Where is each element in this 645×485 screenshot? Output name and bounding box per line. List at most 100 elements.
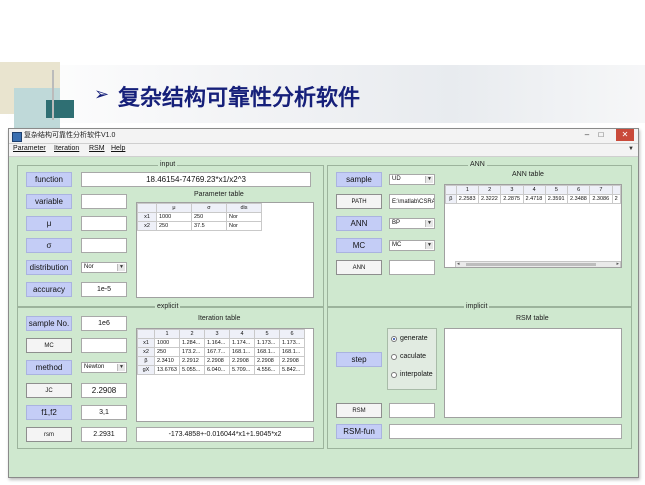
sigma-input[interactable]	[81, 238, 127, 253]
rsm-result-field[interactable]: 2.2931	[81, 427, 127, 442]
row-header: x1	[137, 212, 157, 222]
menu-help[interactable]: Help	[111, 145, 125, 152]
jc-result-field[interactable]: 2.2908	[81, 383, 127, 398]
distribution-select[interactable]: Nor ▼	[81, 262, 127, 273]
minimize-button[interactable]: –	[581, 130, 593, 139]
rsm-function-field[interactable]: -173.4858+-0.016044*x1+1.9045*x2	[136, 427, 314, 442]
table-cell[interactable]: 2.2908	[229, 356, 255, 366]
table-cell[interactable]: 1000	[156, 212, 192, 222]
jc-button[interactable]: JC	[26, 383, 72, 398]
table-cell[interactable]: 1.173...	[279, 338, 305, 348]
table-cell[interactable]: 5.055...	[179, 365, 205, 375]
menu-rsm[interactable]: RSM	[89, 145, 105, 152]
table-cell[interactable]: Nor	[226, 221, 262, 231]
table-cell[interactable]: 168.1...	[279, 347, 305, 357]
table-cell[interactable]: 167.7...	[204, 347, 230, 357]
table-cell[interactable]: 250	[191, 212, 227, 222]
ann-table[interactable]: 1 2 3 4 5 6 7 β 2.2583 2.3222 2.2875 2.4…	[444, 184, 622, 268]
table-cell[interactable]: 250	[156, 221, 192, 231]
ann-select[interactable]: BP ▼	[389, 218, 435, 229]
distribution-value: Nor	[84, 264, 94, 270]
table-cell[interactable]: 173.2...	[179, 347, 205, 357]
table-cell[interactable]: 2.2908	[204, 356, 230, 366]
variable-label: variable	[26, 194, 72, 209]
table-cell[interactable]: 6.040...	[204, 365, 230, 375]
table-cell[interactable]: 37.5	[191, 221, 227, 231]
table-cell[interactable]: 1.164...	[204, 338, 230, 348]
menu-iteration[interactable]: Iteration	[54, 145, 79, 152]
table-cell[interactable]: 2.3222	[477, 194, 502, 204]
table-cell[interactable]: 2.2912	[179, 356, 205, 366]
ann-run-button[interactable]: ANN	[336, 260, 382, 275]
menu-bar: Parameter Iteration RSM Help ▼	[9, 144, 638, 157]
ann-table-grid: 1 2 3 4 5 6 7 β 2.2583 2.3222 2.2875 2.4…	[445, 185, 621, 204]
ann-table-scrollbar[interactable]: ◂ ▸	[455, 261, 621, 267]
radio-generate[interactable]: generate	[391, 335, 428, 342]
table-cell[interactable]: 168.1...	[229, 347, 255, 357]
rsm-run-button[interactable]: rsm	[26, 427, 72, 442]
table-cell[interactable]: 13.6763	[154, 365, 180, 375]
mu-input[interactable]	[81, 216, 127, 231]
radio-label: interpolate	[400, 371, 433, 378]
path-input[interactable]: E:\matlab\CSRA_	[389, 194, 435, 209]
close-button[interactable]: ✕	[616, 129, 634, 141]
radio-indicator[interactable]	[391, 371, 397, 378]
sample-no-input[interactable]: 1e6	[81, 316, 127, 331]
radio-interpolate[interactable]: interpolate	[391, 371, 433, 378]
table-cell[interactable]: 2.3410	[154, 356, 180, 366]
sample-select[interactable]: UD ▼	[389, 174, 435, 185]
f1f2-input[interactable]: 3,1	[81, 405, 127, 420]
table-row: x2 250 37.5 Nor	[137, 221, 262, 231]
table-cell[interactable]: 5.709...	[229, 365, 255, 375]
table-cell[interactable]: 4.556...	[254, 365, 280, 375]
iteration-table[interactable]: 1 2 3 4 5 6 x1 1000 1.284... 1.164... 1.…	[136, 328, 314, 422]
iteration-table-caption: Iteration table	[198, 315, 241, 322]
mc-select[interactable]: MC ▼	[389, 240, 435, 251]
radio-indicator[interactable]	[391, 353, 397, 360]
parameter-table[interactable]: μ σ dis x1 1000 250 Nor x2 250 37.5 Nor	[136, 202, 314, 298]
mc-result-field[interactable]	[81, 338, 127, 353]
variable-input[interactable]	[81, 194, 127, 209]
ann-value: BP	[392, 220, 401, 226]
function-input[interactable]: 18.46154-74769.23*x1/x2^3	[81, 172, 311, 187]
radio-caculate[interactable]: caculate	[391, 353, 426, 360]
table-cell[interactable]: 1.174...	[229, 338, 255, 348]
scroll-left-icon[interactable]: ◂	[457, 261, 460, 267]
table-cell[interactable]: 2.2583	[455, 194, 479, 204]
table-cell[interactable]: 2.2908	[279, 356, 305, 366]
method-select[interactable]: Newton ▼	[81, 362, 127, 373]
menu-parameter[interactable]: Parameter	[13, 145, 46, 152]
table-cell[interactable]: 2.2908	[254, 356, 280, 366]
maximize-button[interactable]: □	[595, 130, 607, 139]
scrollbar-thumb[interactable]	[466, 263, 596, 266]
rsm-implicit-field[interactable]	[389, 403, 435, 418]
table-cell[interactable]: 2.3591	[544, 194, 569, 204]
table-cell[interactable]: 2.3086	[589, 194, 613, 204]
table-cell[interactable]: 2	[611, 194, 621, 204]
scroll-right-icon[interactable]: ▸	[616, 261, 619, 267]
table-cell[interactable]: 5.842...	[279, 365, 305, 375]
table-cell[interactable]: 2.2875	[500, 194, 524, 204]
table-cell[interactable]: Nor	[226, 212, 262, 222]
table-cell[interactable]: 1.284...	[179, 338, 205, 348]
table-cell[interactable]: 1000	[154, 338, 180, 348]
accuracy-input[interactable]: 1e-5	[81, 282, 127, 297]
menu-overflow-icon[interactable]: ▼	[628, 146, 634, 152]
path-button[interactable]: PATH	[336, 194, 382, 209]
table-cell[interactable]: 2.3488	[567, 194, 591, 204]
implicit-panel: implicit step generate caculate interpol…	[327, 303, 632, 449]
table-cell[interactable]: 168.1...	[254, 347, 280, 357]
table-cell[interactable]: 250	[154, 347, 180, 357]
mc-run-button[interactable]: MC	[26, 338, 72, 353]
dropdown-arrow-icon: ▼	[117, 364, 125, 371]
ann-result-field[interactable]	[389, 260, 435, 275]
radio-indicator[interactable]	[391, 335, 397, 342]
table-cell[interactable]: 2.4718	[522, 194, 546, 204]
table-header: σ	[191, 203, 227, 213]
rsm-table[interactable]	[444, 328, 622, 418]
rsm-implicit-button[interactable]: RSM	[336, 403, 382, 418]
rsm-fun-field[interactable]	[389, 424, 622, 439]
mu-label: μ	[26, 216, 72, 231]
ann-panel-title: ANN	[468, 161, 487, 168]
table-cell[interactable]: 1.173...	[254, 338, 280, 348]
